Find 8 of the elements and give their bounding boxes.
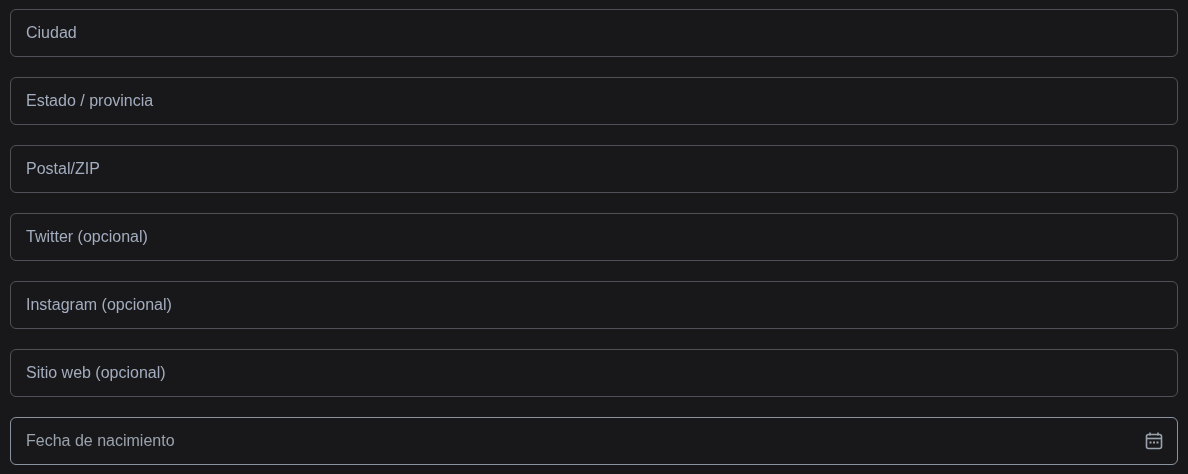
- input-field[interactable]: Twitter (opcional): [10, 213, 1178, 261]
- input-field[interactable]: Estado / provincia: [10, 77, 1178, 125]
- input-field[interactable]: Ciudad: [10, 9, 1178, 57]
- input-field[interactable]: Postal/ZIP: [10, 145, 1178, 193]
- input-field[interactable]: Sitio web (opcional): [10, 349, 1178, 397]
- input-field[interactable]: Fecha de nacimiento: [10, 417, 1178, 465]
- input-field[interactable]: Instagram (opcional): [10, 281, 1178, 329]
- calendar-icon[interactable]: [1144, 431, 1164, 451]
